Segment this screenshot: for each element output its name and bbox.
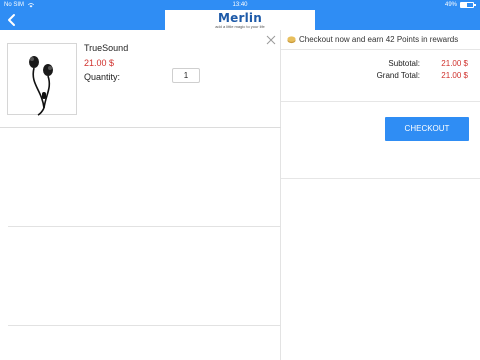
subtotal-value: 21.00 $: [441, 59, 468, 68]
rewards-banner: Checkout now and earn 42 Points in rewar…: [281, 30, 480, 50]
subtotal-row: Subtotal: 21.00 $: [360, 59, 468, 68]
earphones-icon: [29, 56, 53, 116]
status-right: 49%: [444, 0, 476, 10]
close-icon[interactable]: [266, 35, 276, 45]
subtotal-label: Subtotal:: [388, 59, 420, 68]
logo-tagline: add a little magic to your life: [215, 24, 265, 29]
grand-total-value: 21.00 $: [441, 71, 468, 80]
quantity-input[interactable]: 1: [172, 68, 200, 83]
checkout-button[interactable]: CHECKOUT: [385, 117, 469, 141]
grand-total-row: Grand Total: 21.00 $: [360, 71, 468, 80]
clock: 13:40: [232, 2, 248, 8]
grand-total-label: Grand Total:: [376, 71, 420, 80]
totals-section: Subtotal: 21.00 $ Grand Total: 21.00 $: [281, 50, 480, 102]
battery-icon: [460, 2, 476, 8]
summary-divider: [281, 178, 480, 179]
row-divider: [8, 226, 281, 227]
status-bar: No SIM 13:40 49%: [0, 0, 480, 10]
cart-items-panel: TrueSound 21.00 $ Quantity: 1: [0, 30, 281, 360]
row-divider: [8, 325, 281, 326]
cart-item: TrueSound 21.00 $ Quantity: 1: [0, 30, 281, 128]
quantity-label: Quantity:: [84, 72, 121, 82]
back-chevron-icon[interactable]: [6, 13, 18, 27]
rewards-text: Checkout now and earn 42 Points in rewar…: [299, 35, 459, 44]
top-bar: No SIM 13:40 49% Merlin add a little mag…: [0, 0, 480, 30]
merlin-logo: Merlin add a little magic to your life: [165, 10, 315, 30]
coin-icon: [287, 36, 296, 44]
product-price: 21.00 $: [84, 58, 115, 68]
battery-percent: 49%: [444, 2, 457, 8]
logo-brand: Merlin: [218, 11, 262, 25]
product-image: [7, 43, 77, 116]
order-summary-panel: Checkout now and earn 42 Points in rewar…: [281, 30, 480, 360]
product-name[interactable]: TrueSound: [84, 43, 128, 53]
